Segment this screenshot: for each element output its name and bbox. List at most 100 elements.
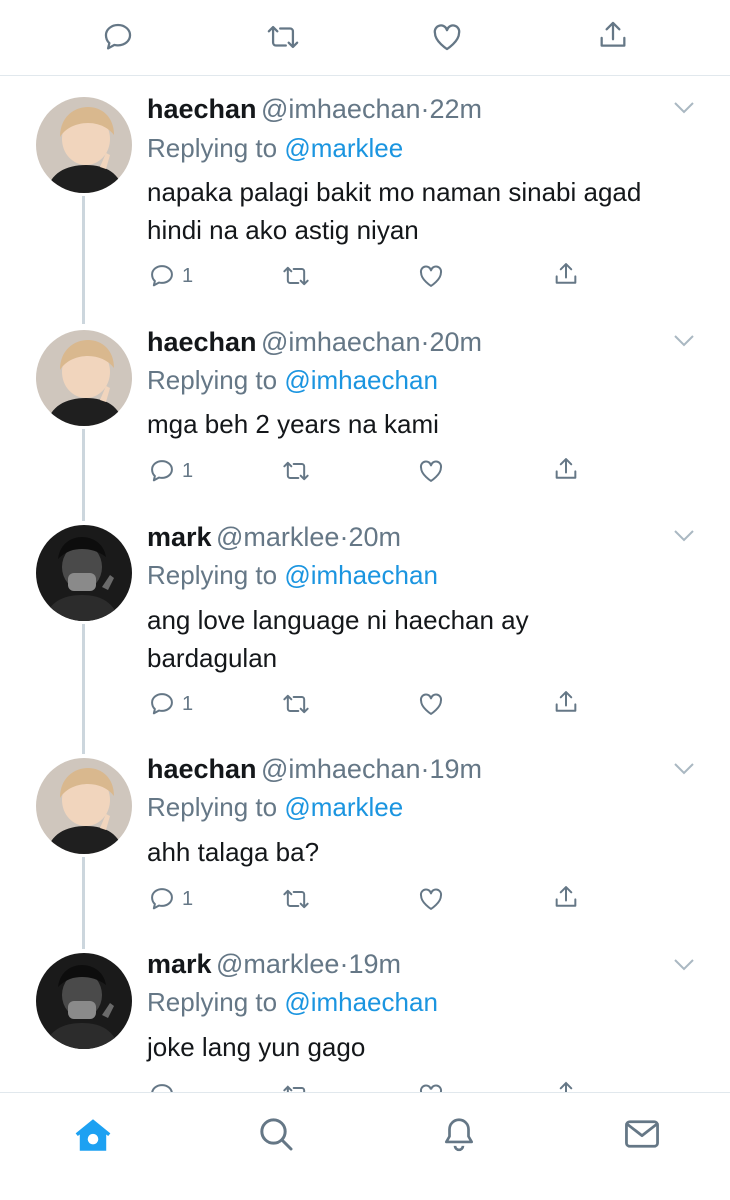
like-icon xyxy=(417,690,445,718)
retweet-icon xyxy=(280,457,312,485)
chevron-down-icon[interactable] xyxy=(672,100,696,116)
tweet-text: napaka palagi bakit mo naman sinabi agad… xyxy=(147,173,707,249)
replying-label: Replying to xyxy=(147,792,278,822)
bottom-nav xyxy=(0,1092,730,1200)
thread-line xyxy=(82,196,85,324)
share-button[interactable] xyxy=(552,883,580,911)
display-name[interactable]: mark xyxy=(147,949,212,979)
separator: · xyxy=(420,94,430,124)
retweet-button[interactable] xyxy=(280,885,312,913)
reply-icon xyxy=(148,457,176,485)
reply-mention-link[interactable]: @imhaechan xyxy=(284,365,438,395)
share-icon xyxy=(552,455,580,483)
reply-icon xyxy=(148,885,176,913)
tweet-text-line: mga beh 2 years na kami xyxy=(147,409,439,439)
display-name[interactable]: haechan xyxy=(147,754,257,784)
handle[interactable]: @imhaechan xyxy=(261,754,421,784)
timestamp[interactable]: 20m xyxy=(348,522,401,552)
like-icon[interactable] xyxy=(430,20,464,54)
replying-label: Replying to xyxy=(147,133,278,163)
reply-icon[interactable] xyxy=(101,20,135,54)
tweet-text-line: joke lang yun gago xyxy=(147,1032,366,1062)
reply-button[interactable]: 1 xyxy=(148,457,193,485)
like-icon xyxy=(417,262,445,290)
like-button[interactable] xyxy=(417,262,445,290)
reply-button[interactable]: 1 xyxy=(148,885,193,913)
tweet-header: mark @marklee·20m xyxy=(147,522,401,553)
reply-mention-link[interactable]: @imhaechan xyxy=(284,560,438,590)
messages-icon[interactable] xyxy=(622,1116,662,1152)
avatar[interactable] xyxy=(36,953,132,1049)
thread-line xyxy=(82,429,85,521)
display-name[interactable]: mark xyxy=(147,522,212,552)
like-button[interactable] xyxy=(417,457,445,485)
like-button[interactable] xyxy=(417,885,445,913)
retweet-icon[interactable] xyxy=(264,20,302,54)
timestamp[interactable]: 19m xyxy=(430,754,483,784)
reply-mention-link[interactable]: @marklee xyxy=(284,133,403,163)
handle[interactable]: @marklee xyxy=(216,522,339,552)
thread-line xyxy=(82,857,85,949)
retweet-icon[interactable] xyxy=(280,1081,312,1092)
like-icon[interactable] xyxy=(417,1081,445,1092)
handle[interactable]: @imhaechan xyxy=(261,327,421,357)
reply-mention-link[interactable]: @imhaechan xyxy=(284,987,438,1017)
share-button[interactable] xyxy=(552,260,580,288)
replying-to: Replying to @imhaechan xyxy=(147,987,438,1018)
tweet-text: joke lang yun gago xyxy=(147,1028,707,1066)
tweet-text-line: napaka palagi bakit mo naman sinabi agad xyxy=(147,177,642,207)
timestamp[interactable]: 20m xyxy=(430,327,483,357)
avatar[interactable] xyxy=(36,330,132,426)
retweet-button[interactable] xyxy=(280,262,312,290)
reply-count: 1 xyxy=(182,264,194,287)
search-icon[interactable] xyxy=(256,1114,296,1154)
separator: · xyxy=(420,754,430,784)
replying-label: Replying to xyxy=(147,365,278,395)
share-icon xyxy=(552,883,580,911)
timestamp[interactable]: 22m xyxy=(430,94,483,124)
reply-mention-link[interactable]: @marklee xyxy=(284,792,403,822)
display-name[interactable]: haechan xyxy=(147,327,257,357)
retweet-icon xyxy=(280,885,312,913)
reply-icon xyxy=(148,262,176,290)
timestamp[interactable]: 19m xyxy=(348,949,401,979)
notifications-icon[interactable] xyxy=(440,1114,478,1154)
display-name[interactable]: haechan xyxy=(147,94,257,124)
share-icon[interactable] xyxy=(596,18,630,52)
tweet-text: mga beh 2 years na kami xyxy=(147,405,707,443)
handle[interactable]: @marklee xyxy=(216,949,339,979)
share-button[interactable] xyxy=(552,688,580,716)
tweet-text: ang love language ni haechan ay bardagul… xyxy=(147,601,707,677)
home-icon[interactable] xyxy=(73,1116,113,1154)
chevron-down-icon[interactable] xyxy=(672,528,696,544)
like-button[interactable] xyxy=(417,690,445,718)
like-icon xyxy=(417,885,445,913)
retweet-icon xyxy=(280,262,312,290)
replying-to: Replying to @marklee xyxy=(147,792,403,823)
replying-label: Replying to xyxy=(147,987,278,1017)
tweet-text-line: ang love language ni haechan ay xyxy=(147,605,529,635)
share-button[interactable] xyxy=(552,455,580,483)
reply-button[interactable]: 1 xyxy=(148,690,193,718)
chevron-down-icon[interactable] xyxy=(672,957,696,973)
reply-button[interactable]: 1 xyxy=(148,262,193,290)
retweet-button[interactable] xyxy=(280,457,312,485)
reply-icon[interactable] xyxy=(148,1081,176,1092)
tweet-header: haechan @imhaechan·19m xyxy=(147,754,482,785)
chevron-down-icon[interactable] xyxy=(672,333,696,349)
share-icon[interactable] xyxy=(552,1079,580,1092)
avatar[interactable] xyxy=(36,758,132,854)
tweet-text-line: hindi na ako astig niyan xyxy=(147,215,419,245)
reply-count: 1 xyxy=(182,459,194,482)
tweet-header: mark @marklee·19m xyxy=(147,949,401,980)
thread-line xyxy=(82,624,85,754)
divider xyxy=(0,1092,730,1093)
avatar[interactable] xyxy=(36,97,132,193)
tweet-text-line: ahh talaga ba? xyxy=(147,837,320,867)
handle[interactable]: @imhaechan xyxy=(261,94,421,124)
replying-to: Replying to @imhaechan xyxy=(147,560,438,591)
avatar[interactable] xyxy=(36,525,132,621)
replying-label: Replying to xyxy=(147,560,278,590)
retweet-button[interactable] xyxy=(280,690,312,718)
chevron-down-icon[interactable] xyxy=(672,761,696,777)
